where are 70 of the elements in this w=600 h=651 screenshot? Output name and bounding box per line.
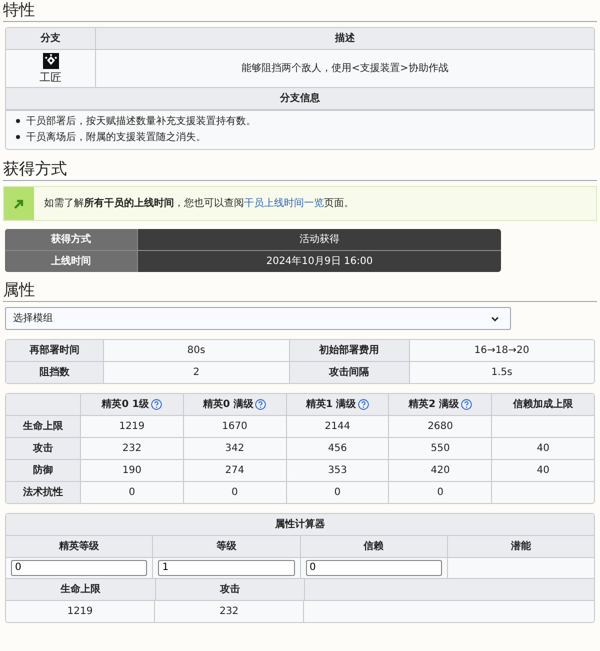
table-cell: 1670 (184, 416, 287, 437)
row-header: 防御 (6, 460, 81, 481)
row-header: 法术抗性 (6, 482, 81, 503)
table-cell: 190 (81, 460, 184, 481)
table-cell: 40 (536, 464, 550, 477)
table-cell: 232 (81, 438, 184, 459)
input-field[interactable]: 0 (11, 560, 148, 576)
help-icon[interactable] (461, 399, 472, 410)
table-cell: 40 (536, 442, 550, 455)
column-header: 精英0 1级 (81, 394, 184, 415)
section-heading: 特性 (3, 0, 597, 22)
column-header: 信赖 (300, 536, 448, 557)
column-header: 潜能 (510, 540, 532, 554)
table-cell: 2680 (389, 416, 492, 437)
column-header: 描述 (334, 32, 356, 46)
notice-text: 如需了解所有干员的上线时间，您也可以查阅干员上线时间一览页面。 (43, 196, 355, 211)
table-cell: 1219 (6, 601, 155, 622)
row-header: 获得方式 (5, 229, 138, 250)
row-header: 攻击 (6, 438, 81, 459)
table-cell: 0 (389, 482, 492, 503)
bullet-dot (16, 135, 20, 140)
table-cell: 550 (389, 438, 492, 459)
column-header: 信赖加成上限 (512, 398, 574, 412)
column-header: 攻击 (156, 579, 305, 600)
table-cell: 420 (389, 460, 492, 481)
table-cell: 342 (184, 438, 287, 459)
trait-description: 能够阻挡两个敌人，使用<支援装置>协助作战 (242, 62, 448, 75)
section-heading: 属性 (3, 280, 597, 302)
table-cell-text: 16→18→20 (473, 344, 530, 358)
branch-name: 工匠 (40, 71, 62, 84)
table-cell-text: 1.5s (490, 366, 514, 380)
table-cell: 0 (81, 482, 184, 503)
section-heading: 获得方式 (3, 159, 597, 181)
link[interactable]: 干员上线时间一览 (244, 198, 324, 209)
table-cell-text: 2024年10月9日 16:00 (265, 255, 374, 269)
info-item: 干员离场后，附属的支援装置随之消失。 (26, 132, 206, 143)
table-cell: 353 (286, 460, 390, 481)
help-icon[interactable] (358, 399, 370, 410)
table-cell: 232 (155, 601, 304, 622)
help-icon[interactable] (151, 399, 162, 410)
help-icon[interactable] (255, 399, 266, 410)
section-header: 分支信息 (278, 92, 321, 106)
column-header: 精英1 满级 (286, 394, 390, 415)
table-cell: 0 (184, 482, 287, 503)
column-header: 精英2 满级 (389, 394, 492, 415)
column-header: 精英等级 (6, 536, 154, 557)
row-header: 攻击间隔 (290, 362, 410, 383)
column-header: 生命上限 (6, 579, 156, 600)
module-select[interactable]: 选择模组 (5, 307, 511, 330)
row-header: 生命上限 (6, 416, 81, 437)
table-cell: 456 (286, 438, 390, 459)
arrow-icon (13, 198, 25, 210)
column-header: 等级 (153, 536, 300, 557)
row-header: 上线时间 (5, 251, 138, 272)
input-field[interactable]: 0 (306, 560, 442, 576)
column-header: 精英0 满级 (184, 394, 287, 415)
row-header: 再部署时间 (6, 340, 104, 361)
bullet-dot (16, 119, 20, 124)
table-cell: 0 (286, 482, 390, 503)
info-item: 干员部署后，按天赋描述数量补充支援装置持有数。 (26, 116, 256, 127)
table-cell: 2144 (286, 416, 390, 437)
branch-icon (42, 53, 58, 69)
table-cell: 1219 (81, 416, 184, 437)
column-header: 分支 (6, 28, 96, 49)
table-cell: 274 (184, 460, 287, 481)
input-field[interactable]: 1 (158, 560, 294, 576)
row-header: 阻挡数 (6, 362, 104, 383)
row-header: 初始部署费用 (290, 340, 410, 361)
table-title: 属性计算器 (274, 518, 326, 532)
table-cell-text: 活动获得 (298, 232, 340, 247)
